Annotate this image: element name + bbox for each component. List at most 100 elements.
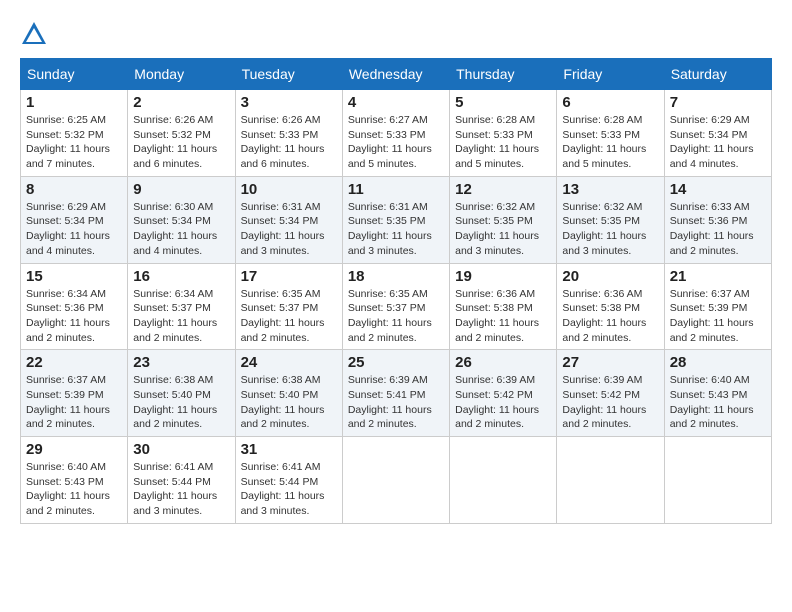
day-info: Sunrise: 6:38 AM Sunset: 5:40 PM Dayligh… <box>133 373 229 432</box>
day-info: Sunrise: 6:29 AM Sunset: 5:34 PM Dayligh… <box>26 200 122 259</box>
calendar-day-cell: 16 Sunrise: 6:34 AM Sunset: 5:37 PM Dayl… <box>128 263 235 350</box>
day-number: 12 <box>455 181 551 198</box>
calendar-day-cell: 5 Sunrise: 6:28 AM Sunset: 5:33 PM Dayli… <box>450 90 557 177</box>
calendar-day-cell: 24 Sunrise: 6:38 AM Sunset: 5:40 PM Dayl… <box>235 350 342 437</box>
day-number: 17 <box>241 268 337 285</box>
calendar-day-cell: 27 Sunrise: 6:39 AM Sunset: 5:42 PM Dayl… <box>557 350 664 437</box>
calendar-day-cell: 25 Sunrise: 6:39 AM Sunset: 5:41 PM Dayl… <box>342 350 449 437</box>
day-info: Sunrise: 6:40 AM Sunset: 5:43 PM Dayligh… <box>26 460 122 519</box>
day-info: Sunrise: 6:32 AM Sunset: 5:35 PM Dayligh… <box>562 200 658 259</box>
day-info: Sunrise: 6:36 AM Sunset: 5:38 PM Dayligh… <box>562 287 658 346</box>
day-info: Sunrise: 6:38 AM Sunset: 5:40 PM Dayligh… <box>241 373 337 432</box>
day-number: 19 <box>455 268 551 285</box>
day-info: Sunrise: 6:29 AM Sunset: 5:34 PM Dayligh… <box>670 113 766 172</box>
calendar-day-cell: 17 Sunrise: 6:35 AM Sunset: 5:37 PM Dayl… <box>235 263 342 350</box>
calendar-week-row: 8 Sunrise: 6:29 AM Sunset: 5:34 PM Dayli… <box>21 176 772 263</box>
day-number: 3 <box>241 94 337 111</box>
day-info: Sunrise: 6:28 AM Sunset: 5:33 PM Dayligh… <box>455 113 551 172</box>
calendar-day-cell: 22 Sunrise: 6:37 AM Sunset: 5:39 PM Dayl… <box>21 350 128 437</box>
calendar-day-cell: 31 Sunrise: 6:41 AM Sunset: 5:44 PM Dayl… <box>235 437 342 524</box>
calendar-day-cell: 9 Sunrise: 6:30 AM Sunset: 5:34 PM Dayli… <box>128 176 235 263</box>
calendar-day-cell: 18 Sunrise: 6:35 AM Sunset: 5:37 PM Dayl… <box>342 263 449 350</box>
calendar-day-cell: 21 Sunrise: 6:37 AM Sunset: 5:39 PM Dayl… <box>664 263 771 350</box>
day-info: Sunrise: 6:25 AM Sunset: 5:32 PM Dayligh… <box>26 113 122 172</box>
calendar-week-row: 15 Sunrise: 6:34 AM Sunset: 5:36 PM Dayl… <box>21 263 772 350</box>
page-header <box>20 20 772 48</box>
day-info: Sunrise: 6:35 AM Sunset: 5:37 PM Dayligh… <box>241 287 337 346</box>
day-number: 21 <box>670 268 766 285</box>
calendar-day-cell: 20 Sunrise: 6:36 AM Sunset: 5:38 PM Dayl… <box>557 263 664 350</box>
calendar-day-cell: 3 Sunrise: 6:26 AM Sunset: 5:33 PM Dayli… <box>235 90 342 177</box>
day-number: 6 <box>562 94 658 111</box>
weekday-header-cell: Saturday <box>664 59 771 90</box>
calendar-day-cell: 13 Sunrise: 6:32 AM Sunset: 5:35 PM Dayl… <box>557 176 664 263</box>
day-info: Sunrise: 6:41 AM Sunset: 5:44 PM Dayligh… <box>241 460 337 519</box>
day-number: 25 <box>348 354 444 371</box>
day-info: Sunrise: 6:34 AM Sunset: 5:37 PM Dayligh… <box>133 287 229 346</box>
day-info: Sunrise: 6:27 AM Sunset: 5:33 PM Dayligh… <box>348 113 444 172</box>
day-number: 14 <box>670 181 766 198</box>
day-info: Sunrise: 6:39 AM Sunset: 5:42 PM Dayligh… <box>455 373 551 432</box>
day-number: 27 <box>562 354 658 371</box>
calendar-day-cell: 1 Sunrise: 6:25 AM Sunset: 5:32 PM Dayli… <box>21 90 128 177</box>
day-info: Sunrise: 6:33 AM Sunset: 5:36 PM Dayligh… <box>670 200 766 259</box>
day-number: 4 <box>348 94 444 111</box>
calendar-day-cell: 2 Sunrise: 6:26 AM Sunset: 5:32 PM Dayli… <box>128 90 235 177</box>
day-info: Sunrise: 6:37 AM Sunset: 5:39 PM Dayligh… <box>670 287 766 346</box>
calendar-day-cell: 11 Sunrise: 6:31 AM Sunset: 5:35 PM Dayl… <box>342 176 449 263</box>
calendar-day-cell: 19 Sunrise: 6:36 AM Sunset: 5:38 PM Dayl… <box>450 263 557 350</box>
day-number: 11 <box>348 181 444 198</box>
day-number: 9 <box>133 181 229 198</box>
day-number: 26 <box>455 354 551 371</box>
weekday-header-cell: Sunday <box>21 59 128 90</box>
day-info: Sunrise: 6:34 AM Sunset: 5:36 PM Dayligh… <box>26 287 122 346</box>
day-number: 13 <box>562 181 658 198</box>
calendar-day-cell: 28 Sunrise: 6:40 AM Sunset: 5:43 PM Dayl… <box>664 350 771 437</box>
weekday-header-cell: Tuesday <box>235 59 342 90</box>
weekday-header-cell: Thursday <box>450 59 557 90</box>
day-info: Sunrise: 6:37 AM Sunset: 5:39 PM Dayligh… <box>26 373 122 432</box>
calendar-day-cell <box>342 437 449 524</box>
day-number: 8 <box>26 181 122 198</box>
weekday-header-cell: Monday <box>128 59 235 90</box>
calendar-day-cell <box>450 437 557 524</box>
calendar-table: SundayMondayTuesdayWednesdayThursdayFrid… <box>20 58 772 524</box>
calendar-day-cell: 30 Sunrise: 6:41 AM Sunset: 5:44 PM Dayl… <box>128 437 235 524</box>
calendar-day-cell: 15 Sunrise: 6:34 AM Sunset: 5:36 PM Dayl… <box>21 263 128 350</box>
calendar-day-cell: 26 Sunrise: 6:39 AM Sunset: 5:42 PM Dayl… <box>450 350 557 437</box>
calendar-day-cell: 29 Sunrise: 6:40 AM Sunset: 5:43 PM Dayl… <box>21 437 128 524</box>
logo-icon <box>20 20 48 48</box>
day-number: 29 <box>26 441 122 458</box>
day-info: Sunrise: 6:31 AM Sunset: 5:34 PM Dayligh… <box>241 200 337 259</box>
calendar-day-cell: 6 Sunrise: 6:28 AM Sunset: 5:33 PM Dayli… <box>557 90 664 177</box>
calendar-week-row: 29 Sunrise: 6:40 AM Sunset: 5:43 PM Dayl… <box>21 437 772 524</box>
calendar-day-cell: 7 Sunrise: 6:29 AM Sunset: 5:34 PM Dayli… <box>664 90 771 177</box>
day-info: Sunrise: 6:31 AM Sunset: 5:35 PM Dayligh… <box>348 200 444 259</box>
calendar-week-row: 1 Sunrise: 6:25 AM Sunset: 5:32 PM Dayli… <box>21 90 772 177</box>
day-number: 20 <box>562 268 658 285</box>
day-number: 30 <box>133 441 229 458</box>
calendar-day-cell: 10 Sunrise: 6:31 AM Sunset: 5:34 PM Dayl… <box>235 176 342 263</box>
day-number: 28 <box>670 354 766 371</box>
day-number: 22 <box>26 354 122 371</box>
day-number: 16 <box>133 268 229 285</box>
day-number: 18 <box>348 268 444 285</box>
day-info: Sunrise: 6:28 AM Sunset: 5:33 PM Dayligh… <box>562 113 658 172</box>
day-info: Sunrise: 6:26 AM Sunset: 5:33 PM Dayligh… <box>241 113 337 172</box>
day-info: Sunrise: 6:32 AM Sunset: 5:35 PM Dayligh… <box>455 200 551 259</box>
day-number: 10 <box>241 181 337 198</box>
day-number: 2 <box>133 94 229 111</box>
calendar-day-cell <box>557 437 664 524</box>
day-info: Sunrise: 6:40 AM Sunset: 5:43 PM Dayligh… <box>670 373 766 432</box>
weekday-header-cell: Friday <box>557 59 664 90</box>
weekday-header-cell: Wednesday <box>342 59 449 90</box>
calendar-body: 1 Sunrise: 6:25 AM Sunset: 5:32 PM Dayli… <box>21 90 772 524</box>
calendar-day-cell: 4 Sunrise: 6:27 AM Sunset: 5:33 PM Dayli… <box>342 90 449 177</box>
day-number: 24 <box>241 354 337 371</box>
day-info: Sunrise: 6:35 AM Sunset: 5:37 PM Dayligh… <box>348 287 444 346</box>
calendar-week-row: 22 Sunrise: 6:37 AM Sunset: 5:39 PM Dayl… <box>21 350 772 437</box>
day-info: Sunrise: 6:36 AM Sunset: 5:38 PM Dayligh… <box>455 287 551 346</box>
day-number: 23 <box>133 354 229 371</box>
weekday-header-row: SundayMondayTuesdayWednesdayThursdayFrid… <box>21 59 772 90</box>
logo <box>20 20 52 48</box>
